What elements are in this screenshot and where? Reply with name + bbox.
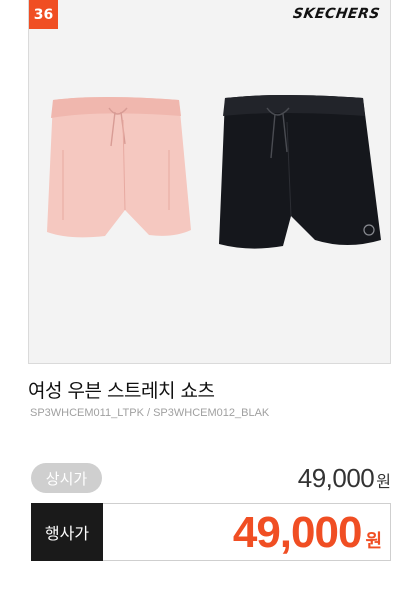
sale-price: 49,000 원	[233, 508, 382, 558]
sale-price-value: 49,000	[232, 508, 363, 557]
shorts-image	[47, 95, 381, 249]
sale-price-unit: 원	[365, 531, 382, 552]
regular-price: 49,000 원	[298, 463, 391, 495]
black-shorts-image	[219, 95, 381, 249]
sale-price-box: 행사가 49,000 원	[31, 503, 391, 561]
product-image-frame[interactable]: 36 SKECHERS	[28, 0, 391, 364]
product-name[interactable]: 여성 우븐 스트레치 쇼츠	[28, 376, 215, 403]
regular-price-label: 상시가	[31, 463, 102, 493]
regular-price-value: 49,000	[297, 463, 375, 493]
rank-badge: 36	[29, 0, 58, 29]
regular-price-unit: 원	[376, 472, 391, 491]
product-code: SP3WHCEM011_LTPK / SP3WHCEM012_BLAK	[30, 407, 270, 419]
pink-shorts-image	[47, 97, 191, 238]
sale-price-label: 행사가	[31, 503, 103, 561]
brand-logo: SKECHERS	[291, 6, 382, 22]
